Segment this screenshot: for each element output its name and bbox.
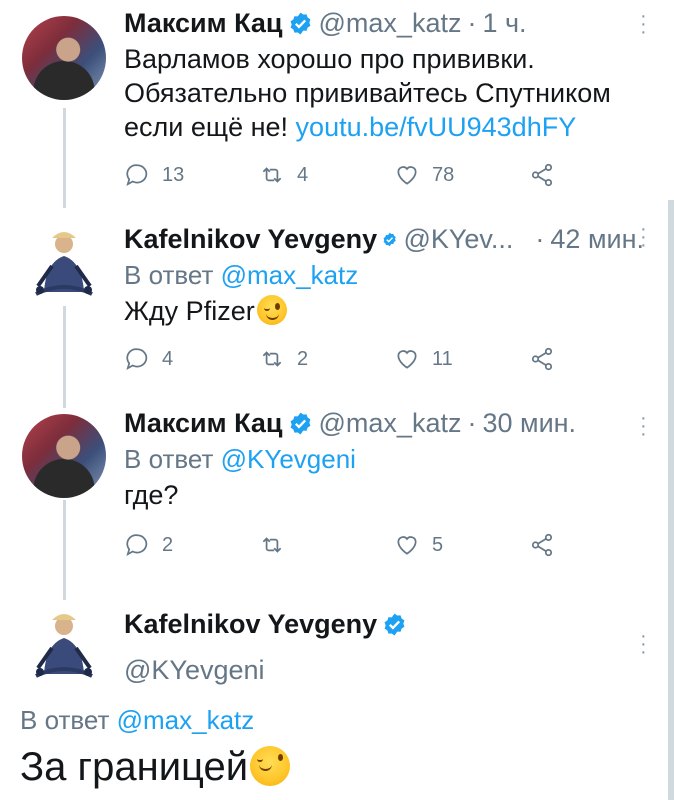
reply-count: 4	[162, 347, 174, 370]
heart-icon	[397, 350, 417, 369]
tweet-focused[interactable]: Kafelnikov Yevgeny @KYevgeni	[124, 607, 644, 687]
retweet-button[interactable]: 4	[259, 162, 394, 188]
tweet-header: Kafelnikov Yevgeny	[124, 607, 644, 641]
avatar-image	[22, 604, 106, 688]
reply-count: 13	[162, 163, 185, 186]
share-icon	[531, 533, 553, 557]
reply-mention[interactable]: @max_katz	[117, 705, 255, 735]
tweet-text-line: Обязательно прививайтесь Спутником	[124, 78, 611, 108]
author-name[interactable]: Максим Кац	[124, 408, 283, 439]
separator-dot: ·	[535, 223, 545, 254]
like-button[interactable]: 11	[394, 346, 529, 372]
reply-context: В ответ @max_katz	[20, 705, 254, 736]
reply-icon	[126, 164, 148, 186]
reply-button[interactable]: 2	[124, 532, 259, 558]
tweet-text: За границей	[20, 742, 291, 792]
timestamp[interactable]: 30 мин.	[482, 408, 576, 439]
share-button[interactable]	[529, 532, 567, 558]
winking-face-emoji	[256, 295, 287, 325]
share-icon	[531, 163, 553, 187]
tweet-link[interactable]: youtu.be/fvUU943dhFY	[296, 112, 577, 142]
verified-badge-icon	[384, 613, 405, 635]
reply-mention[interactable]: @max_katz	[221, 260, 359, 290]
reply-context: В ответ @max_katz	[124, 258, 644, 292]
avatar[interactable]	[22, 414, 106, 498]
retweet-button[interactable]: 2	[259, 346, 394, 372]
tweet[interactable]: Kafelnikov Yevgeny @KYev... · 42 мин. В …	[124, 222, 644, 328]
reply-prefix: В ответ	[20, 705, 117, 735]
tweet-header: Максим Кац @max_katz · 30 мин.	[124, 406, 644, 440]
reply-prefix: В ответ	[124, 444, 221, 474]
share-icon	[531, 347, 553, 371]
thread-connector	[63, 500, 66, 600]
reply-mention[interactable]: @KYevgeni	[221, 444, 356, 474]
verified-badge-icon	[290, 12, 310, 34]
like-count: 78	[432, 163, 455, 186]
retweet-button[interactable]	[259, 532, 394, 558]
avatar[interactable]	[22, 222, 106, 306]
author-name[interactable]: Kafelnikov Yevgeny	[124, 224, 377, 255]
tweet-text-segment: если ещё не!	[124, 112, 296, 142]
scrollbar[interactable]	[668, 200, 674, 800]
share-button[interactable]	[529, 346, 567, 372]
author-handle[interactable]: @max_katz	[319, 408, 462, 439]
tweet-header: Kafelnikov Yevgeny @KYev... · 42 мин.	[124, 222, 644, 256]
share-button[interactable]	[529, 162, 567, 188]
tweet-text: Жду Pfizer	[124, 294, 644, 328]
tweet-text: где?	[124, 480, 179, 510]
tweet-text-segment: Жду Pfizer	[124, 296, 255, 326]
separator-dot: ·	[467, 7, 477, 38]
avatar[interactable]	[22, 16, 106, 100]
tweet-actions: 2 5	[124, 530, 574, 560]
tweet-text: Варламов хорошо про прививки. Обязательн…	[124, 42, 644, 144]
timestamp[interactable]: 1 ч.	[482, 8, 526, 39]
reply-count: 2	[162, 533, 174, 556]
like-button[interactable]: 5	[394, 532, 529, 558]
avatar-image	[22, 222, 106, 306]
tweet-actions: 13 4 78	[124, 160, 574, 190]
thread-connector	[63, 108, 66, 208]
tweet-text-line: если ещё не! youtu.be/fvUU943dhFY	[124, 110, 644, 144]
reply-icon	[126, 534, 148, 556]
heart-icon	[397, 166, 417, 185]
tweet-text-line: Варламов хорошо про прививки.	[124, 44, 535, 74]
winking-face-emoji	[250, 746, 291, 786]
retweet-icon	[262, 351, 282, 367]
avatar[interactable]	[22, 604, 106, 688]
retweet-icon	[262, 537, 282, 553]
retweet-icon	[262, 167, 282, 183]
tweet-text-segment: За границей	[20, 745, 249, 789]
tweet-thread: · · · Максим Кац @max_katz · 1 ч. Варламов…	[0, 0, 674, 800]
thread-connector	[63, 300, 66, 408]
tweet-header: Максим Кац @max_katz · 1 ч.	[124, 6, 644, 40]
heart-icon	[397, 536, 417, 555]
tweet[interactable]: Максим Кац @max_katz · 30 мин. В ответ @…	[124, 406, 644, 512]
timestamp[interactable]: 42 мин.	[550, 224, 644, 255]
author-handle[interactable]: @KYev...	[403, 224, 513, 255]
separator-dot: ·	[467, 407, 477, 438]
author-name[interactable]: Kafelnikov Yevgeny	[124, 609, 377, 640]
author-handle[interactable]: @KYevgeni	[124, 655, 265, 686]
tweet[interactable]: Максим Кац @max_katz · 1 ч. Варламов хор…	[124, 6, 644, 144]
reply-context: В ответ @KYevgeni	[124, 442, 644, 476]
like-count: 5	[432, 533, 444, 556]
reply-prefix: В ответ	[124, 260, 221, 290]
retweet-count: 4	[297, 163, 309, 186]
author-name[interactable]: Максим Кац	[124, 8, 283, 39]
like-count: 11	[432, 347, 453, 370]
reply-button[interactable]: 13	[124, 162, 259, 188]
retweet-count: 2	[297, 347, 309, 370]
author-handle[interactable]: @max_katz	[319, 8, 462, 39]
verified-badge-icon	[290, 412, 310, 434]
reply-button[interactable]: 4	[124, 346, 259, 372]
verified-badge-icon	[383, 232, 396, 246]
tweet-subheader: @KYevgeni	[124, 653, 644, 687]
like-button[interactable]: 78	[394, 162, 529, 188]
tweet-actions: 4 2 11	[124, 344, 574, 374]
reply-icon	[126, 348, 148, 370]
